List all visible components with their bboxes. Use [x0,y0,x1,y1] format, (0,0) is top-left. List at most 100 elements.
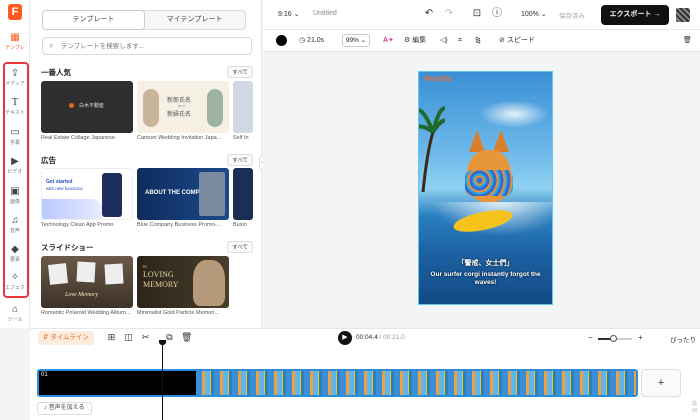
screenshot-icon[interactable]: ⊡ [471,8,483,20]
add-media-icon[interactable]: ⊞ [106,332,117,343]
template-caption: Blue Company Business Promo-... [137,222,222,228]
template-card[interactable]: ABOUT THE COMPANY Blue Company Business … [137,168,229,228]
template-caption: Busin [233,222,247,228]
cloud-decoration [479,100,549,128]
scissors-icon[interactable]: ✂ [140,332,151,343]
playhead-handle[interactable] [159,340,166,345]
rail-item-tools[interactable]: ⌂ ツール [0,302,30,328]
flip-icon[interactable]: ⧎ [475,35,481,47]
template-caption: Minimalist Gold Particle Memori... [137,310,219,316]
tab-my-templates[interactable]: マイテンプレート [144,11,245,29]
template-panel: テンプレート マイテンプレート ⌕ 一番人気 すべて 白木不動産 Real Es… [30,0,262,328]
tab-templates[interactable]: テンプレート [43,11,144,29]
search-icon: ⌕ [49,41,54,50]
annotation-highlight-box [3,62,29,298]
zoom-slider-knob[interactable] [610,335,618,342]
music-note-icon: ♪ [44,405,47,411]
template-card[interactable]: Get started with new functions Technolog… [41,168,133,228]
canvas-area: FlexClip 「警戒、女士們」 Our surfer corgi insta… [263,52,700,328]
template-thumbnail: Love Memory [41,256,133,308]
clock-icon: ◷ [299,37,306,44]
thumb-text: with new functions [46,186,83,191]
search-input[interactable] [61,40,241,53]
thumb-text: 新婦氏名 [167,112,192,118]
playhead-line[interactable] [162,342,163,420]
rail-item-templates[interactable]: ▦ テンプレ [0,30,30,56]
template-caption: Cartoon Wedding Invitation Japa... [137,135,222,141]
delete-icon[interactable]: 🗑 [683,35,692,47]
section-title-slideshow: スライドショー [41,243,94,252]
template-caption: Self In [233,135,249,141]
trash-icon[interactable]: 🗑 [181,332,192,343]
clip-black-segment[interactable]: 01 [39,371,196,395]
opacity-value: 99% [345,37,359,44]
background-color-swatch[interactable] [276,35,287,46]
template-card[interactable]: 白木不動産 Real Estate Collage Japanese [41,81,133,141]
user-avatar[interactable] [676,8,690,22]
edit-label: 編集 [412,37,427,44]
add-audio-button[interactable]: ♪ 音声を加える [37,402,92,415]
edit-button[interactable]: ⚙ 編集 [404,35,426,47]
video-track[interactable]: 01 [37,369,638,397]
zoom-dropdown[interactable]: 100% ⌄ [521,10,547,18]
template-card[interactable]: Self In [233,81,253,141]
speed-icon: ⊘ [499,37,505,44]
speed-label: スピード [506,37,535,44]
top-bar: 9:16 ⌄ Untitled ↶ ↷ ⊡ ⓘ 100% ⌄ 保存済み エクスポ… [263,0,700,30]
template-card[interactable]: Love Memory Romantic Polaroid Wedding Al… [41,256,133,316]
thumb-text: MEMORY [143,280,179,289]
panel-tabs: テンプレート マイテンプレート [42,10,246,30]
see-all-popular[interactable]: すべて [227,66,253,78]
fit-button[interactable]: ぴったり [670,334,696,344]
project-title[interactable]: Untitled [313,10,337,17]
video-preview[interactable]: FlexClip 「警戒、女士們」 Our surfer corgi insta… [418,71,553,305]
redo-icon[interactable]: ↷ [443,8,455,20]
template-search[interactable]: ⌕ [42,37,252,55]
see-all-slideshow[interactable]: すべて [227,241,253,253]
template-card[interactable]: Busin [233,168,253,228]
template-caption: Real Estate Collage Japanese [41,135,115,141]
see-all-ads[interactable]: すべて [227,154,253,166]
template-thumbnail: ABOUT THE COMPANY [137,168,229,220]
timeline-tab[interactable]: ⇵ タイムライン [38,331,94,345]
hawaiian-shirt [465,170,513,196]
aspect-ratio-value: 9:16 [278,11,292,18]
template-thumbnail: In LOVING MEMORY [137,256,229,308]
add-clip-button[interactable]: + [641,369,681,397]
help-icon[interactable]: ⓘ [491,8,503,20]
template-card[interactable]: 新郎氏名 and 新婦氏名 Cartoon Wedding Invitation… [137,81,229,141]
opacity-select[interactable]: 99% ⌄ [342,34,370,47]
ai-tools-icon[interactable]: A✦ [383,35,394,47]
speed-button[interactable]: ⊘ スピード [499,35,535,47]
export-label: エクスポート [609,11,652,18]
timeline-tab-label: タイムライン [50,334,89,341]
zoom-out-icon[interactable]: − [585,332,596,343]
aspect-ratio-dropdown[interactable]: 9:16 ⌄ [278,10,299,18]
split-icon[interactable]: ◫ [123,332,134,343]
palm-tree-icon [419,106,445,192]
section-title-popular: 一番人気 [41,68,71,77]
zoom-in-icon[interactable]: + [635,332,646,343]
template-icon: ▦ [10,32,20,43]
subtitle-english[interactable]: Our surfer corgi instantly forgot the wa… [423,271,548,287]
total-time: / 00:21.0 [379,334,405,341]
volume-icon[interactable]: ◁) [440,35,448,47]
export-button[interactable]: エクスポート → [601,5,669,25]
play-button[interactable]: ▶ [338,331,352,345]
timeline-icon: ⇵ [43,334,49,341]
left-rail: F ▦ テンプレ ⇪ メディア T テキスト ▭ 字幕 ▶ ビデオ ▣ 画像 ♫… [0,0,30,328]
dog-ear [493,130,509,152]
duration-control[interactable]: ◷ 21.0s [299,35,324,47]
flexclip-logo[interactable]: F [8,4,22,20]
crop-icon[interactable]: ⌗ [458,35,462,47]
watermark-logo: FlexClip [424,76,452,83]
clip-frames[interactable] [196,371,636,395]
dog-ear [469,130,485,152]
side-peek-text: 激 99 [692,401,698,414]
template-thumbnail [233,81,253,133]
undo-icon[interactable]: ↶ [423,8,435,20]
subtitle-japanese[interactable]: 「警戒、女士們」 [419,258,552,268]
timeline-panel: ⇵ タイムライン ⊞ ◫ ✂ ⧉ 🗑 ▶ 00:04.4 / 00:21.0 −… [30,328,700,420]
clip-index: 01 [41,372,48,378]
template-card[interactable]: In LOVING MEMORY Minimalist Gold Particl… [137,256,229,316]
